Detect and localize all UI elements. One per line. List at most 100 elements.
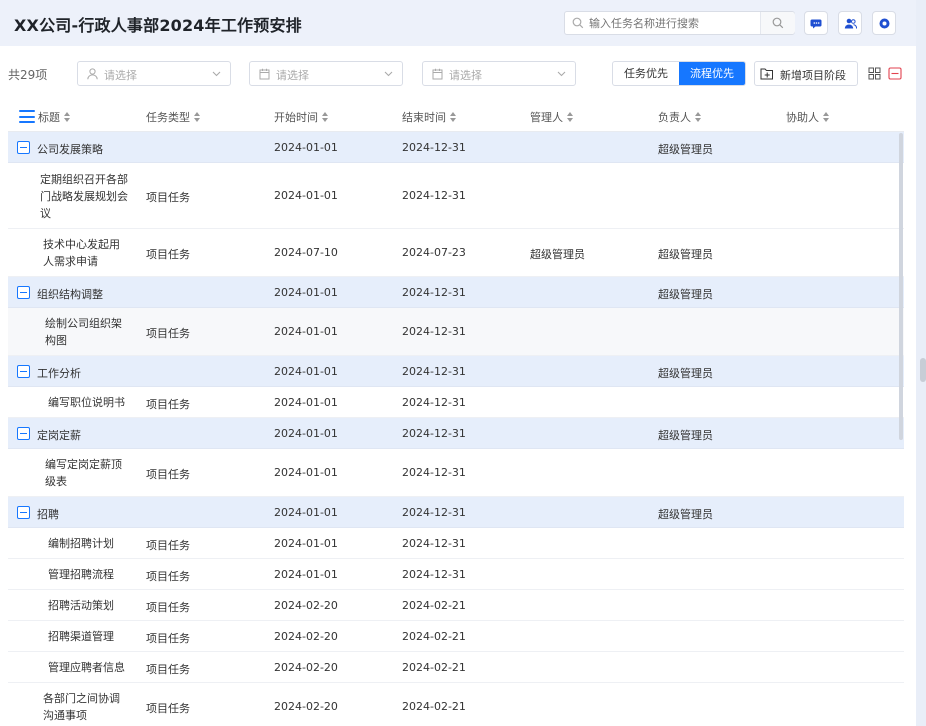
cell-start-date: 2024-02-20 bbox=[274, 629, 338, 643]
table-row[interactable]: 管理招聘流程 项目任务 2024-01-01 2024-12-31 bbox=[8, 559, 904, 590]
calendar-icon bbox=[432, 68, 443, 80]
manager-filter[interactable]: 请选择 bbox=[77, 61, 231, 86]
sort-icon[interactable] bbox=[450, 112, 457, 122]
task-title[interactable]: 技术中心发起用人需求申请 bbox=[43, 236, 123, 270]
cell-type: 项目任务 bbox=[146, 397, 190, 411]
column-menu-icon[interactable] bbox=[19, 110, 35, 123]
column-header-assistant[interactable]: 协助人 bbox=[786, 109, 830, 125]
table-row[interactable]: 招聘活动策划 项目任务 2024-02-20 2024-02-21 bbox=[8, 590, 904, 621]
group-row[interactable]: 定岗定薪 2024-01-01 2024-12-31 超级管理员 bbox=[8, 418, 904, 449]
collapse-icon[interactable] bbox=[17, 426, 30, 440]
task-title[interactable]: 招聘活动策划 bbox=[48, 597, 114, 614]
group-title[interactable]: 招聘 bbox=[37, 506, 59, 522]
task-title[interactable]: 招聘渠道管理 bbox=[48, 628, 114, 645]
task-title[interactable]: 编写定岗定薪顶级表 bbox=[45, 456, 125, 490]
table-row[interactable]: 编制招聘计划 项目任务 2024-01-01 2024-12-31 bbox=[8, 528, 904, 559]
search-input[interactable] bbox=[589, 14, 759, 32]
group-title[interactable]: 工作分析 bbox=[37, 365, 81, 381]
add-stage-button[interactable]: 新增项目阶段 bbox=[754, 61, 858, 86]
cell-type: 项目任务 bbox=[146, 327, 190, 340]
gear-icon bbox=[879, 18, 890, 29]
cell-end-date: 2024-07-23 bbox=[402, 246, 466, 259]
cell-start-date: 2024-01-01 bbox=[274, 189, 338, 202]
table-body: 公司发展策略 2024-01-01 2024-12-31 超级管理员 定期组织召开各部门… bbox=[8, 132, 904, 726]
members-button[interactable] bbox=[838, 11, 862, 35]
cell-start-date: 2024-02-20 bbox=[274, 700, 338, 713]
settings-button[interactable] bbox=[872, 11, 896, 35]
table-row[interactable]: 技术中心发起用人需求申请 项目任务 2024-07-10 2024-07-23 超级管理… bbox=[8, 229, 904, 277]
column-header-type[interactable]: 任务类型 bbox=[146, 109, 201, 125]
cell-end-date: 2024-02-21 bbox=[402, 700, 466, 713]
cell-end-date: 2024-12-31 bbox=[402, 189, 466, 202]
table-row[interactable]: 招聘渠道管理 项目任务 2024-02-20 2024-02-21 bbox=[8, 621, 904, 652]
task-title[interactable]: 各部门之间协调沟通事项 bbox=[43, 690, 123, 724]
sort-icon[interactable] bbox=[194, 112, 201, 122]
task-title[interactable]: 绘制公司组织架构图 bbox=[45, 315, 125, 349]
list-view-icon[interactable] bbox=[888, 67, 902, 80]
cell-end-date: 2024-12-31 bbox=[402, 505, 466, 519]
collapse-icon[interactable] bbox=[17, 364, 30, 378]
cell-owner: 超级管理员 bbox=[658, 366, 713, 380]
column-header-end[interactable]: 结束时间 bbox=[402, 109, 457, 125]
task-title[interactable]: 管理应聘者信息 bbox=[48, 659, 125, 676]
start-date-filter[interactable]: 请选择 bbox=[249, 61, 403, 86]
table-row[interactable]: 编写职位说明书 项目任务 2024-01-01 2024-12-31 bbox=[8, 387, 904, 418]
cell-manager: 超级管理员 bbox=[530, 248, 585, 261]
cell-start-date: 2024-01-01 bbox=[274, 395, 338, 409]
group-row[interactable]: 招聘 2024-01-01 2024-12-31 超级管理员 bbox=[8, 497, 904, 528]
view-mode-switch: 任务优先 流程优先 bbox=[612, 61, 746, 86]
mode-flow-first[interactable]: 流程优先 bbox=[679, 62, 745, 85]
grid-view-icon[interactable] bbox=[868, 67, 881, 80]
chevron-down-icon bbox=[212, 71, 221, 77]
column-header-start[interactable]: 开始时间 bbox=[274, 109, 329, 125]
user-icon bbox=[87, 68, 98, 80]
cell-end-date: 2024-02-21 bbox=[402, 660, 466, 674]
start-date-filter-placeholder: 请选择 bbox=[276, 69, 309, 82]
group-row[interactable]: 公司发展策略 2024-01-01 2024-12-31 超级管理员 bbox=[8, 132, 904, 163]
group-row[interactable]: 工作分析 2024-01-01 2024-12-31 超级管理员 bbox=[8, 356, 904, 387]
task-title[interactable]: 编制招聘计划 bbox=[48, 535, 114, 552]
table-row[interactable]: 绘制公司组织架构图 项目任务 2024-01-01 2024-12-31 bbox=[8, 308, 904, 356]
cell-start-date: 2024-01-01 bbox=[274, 567, 338, 581]
task-title[interactable]: 定期组织召开各部门战略发展规划会议 bbox=[40, 171, 130, 222]
chevron-down-icon bbox=[384, 71, 393, 77]
cell-end-date: 2024-12-31 bbox=[402, 325, 466, 338]
sort-icon[interactable] bbox=[823, 112, 830, 122]
column-header-manager[interactable]: 管理人 bbox=[530, 109, 574, 125]
sort-icon[interactable] bbox=[567, 112, 574, 122]
task-title[interactable]: 编写职位说明书 bbox=[48, 394, 125, 411]
page-title: XX公司-行政人事部2024年工作预安排 bbox=[14, 16, 302, 35]
cell-start-date: 2024-01-01 bbox=[274, 536, 338, 550]
collapse-icon[interactable] bbox=[17, 285, 30, 299]
search-button[interactable] bbox=[760, 12, 795, 34]
collapse-icon[interactable] bbox=[17, 140, 30, 154]
sort-icon[interactable] bbox=[64, 112, 71, 122]
column-header-title[interactable]: 标题 bbox=[38, 109, 71, 125]
page-scrollbar[interactable] bbox=[920, 358, 926, 382]
task-title[interactable]: 管理招聘流程 bbox=[48, 566, 114, 583]
group-title[interactable]: 公司发展策略 bbox=[37, 141, 103, 157]
end-date-filter[interactable]: 请选择 bbox=[422, 61, 576, 86]
group-title[interactable]: 组织结构调整 bbox=[37, 286, 103, 302]
table-row[interactable]: 管理应聘者信息 项目任务 2024-02-20 2024-02-21 bbox=[8, 652, 904, 683]
column-header-owner[interactable]: 负责人 bbox=[658, 109, 702, 125]
table-row[interactable]: 定期组织召开各部门战略发展规划会议 项目任务 2024-01-01 2024-12-3… bbox=[8, 163, 904, 229]
manager-filter-placeholder: 请选择 bbox=[104, 69, 137, 82]
page: XX公司-行政人事部2024年工作预安排 输入任务名称进行搜索 共29项 请选择… bbox=[0, 0, 916, 726]
group-title[interactable]: 定岗定薪 bbox=[37, 427, 81, 443]
mode-task-first[interactable]: 任务优先 bbox=[613, 62, 679, 85]
cell-end-date: 2024-12-31 bbox=[402, 395, 466, 409]
table-row[interactable]: 编写定岗定薪顶级表 项目任务 2024-01-01 2024-12-31 bbox=[8, 449, 904, 497]
group-row[interactable]: 组织结构调整 2024-01-01 2024-12-31 超级管理员 bbox=[8, 277, 904, 308]
chat-button[interactable] bbox=[804, 11, 828, 35]
search-icon bbox=[572, 17, 584, 29]
sort-icon[interactable] bbox=[322, 112, 329, 122]
cell-type: 项目任务 bbox=[146, 662, 190, 676]
cell-start-date: 2024-01-01 bbox=[274, 364, 338, 378]
collapse-icon[interactable] bbox=[17, 505, 30, 519]
table-row[interactable]: 各部门之间协调沟通事项 项目任务 2024-02-20 2024-02-21 bbox=[8, 683, 904, 726]
sort-icon[interactable] bbox=[695, 112, 702, 122]
table-scrollbar[interactable] bbox=[899, 133, 903, 440]
item-count: 共29项 bbox=[8, 68, 48, 82]
toolbar: 共29项 请选择 请选择 请选择 任务优先 流程优先 新增项目阶段 bbox=[0, 56, 916, 90]
